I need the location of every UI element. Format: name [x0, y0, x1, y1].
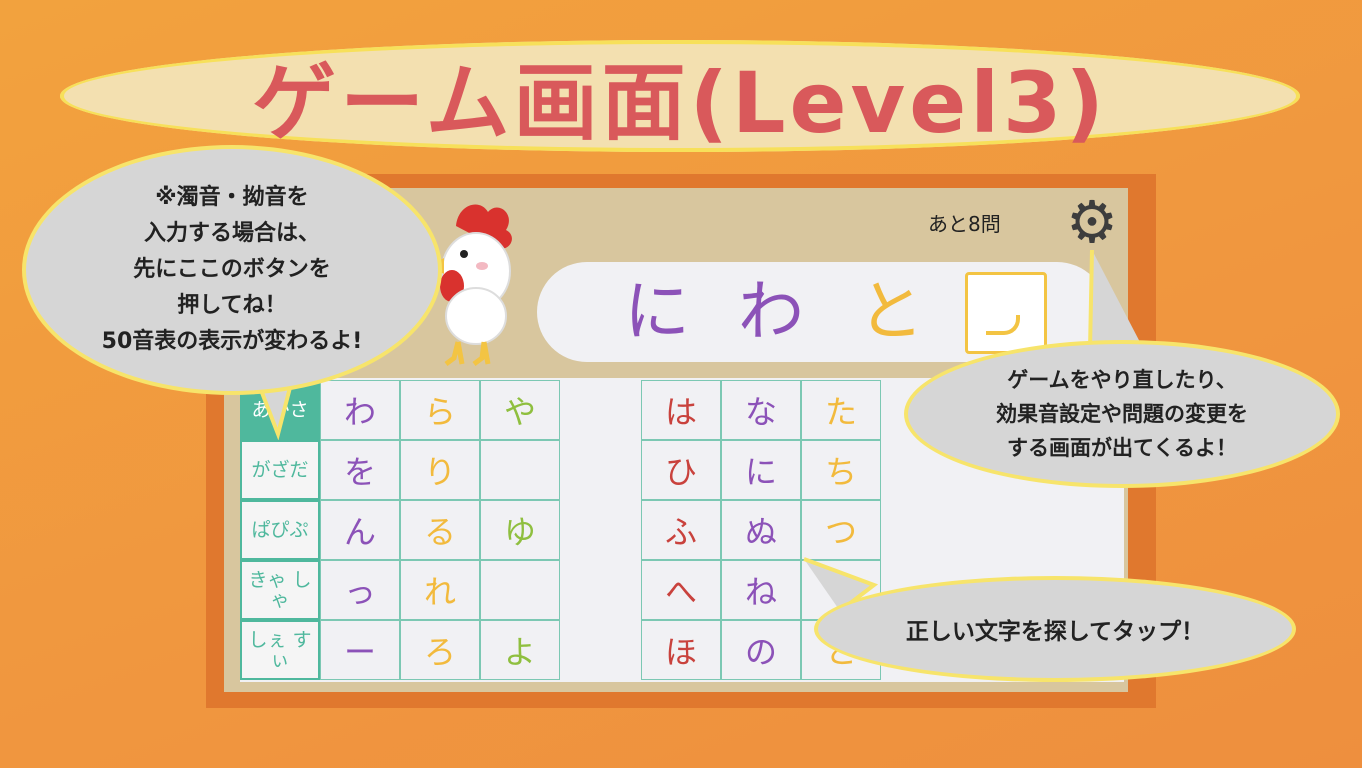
kana-key[interactable]: に: [721, 440, 801, 500]
kana-key[interactable]: っ: [320, 560, 400, 620]
kana-key[interactable]: れ: [400, 560, 480, 620]
mode-button-dakuten[interactable]: がざだ: [240, 440, 320, 500]
kana-key[interactable]: ね: [721, 560, 801, 620]
callout-line: 先にここのボタンを: [133, 257, 331, 282]
mode-button-youon[interactable]: きゃ しゃ: [240, 560, 320, 620]
kana-key[interactable]: ち: [801, 440, 881, 500]
kana-key[interactable]: た: [801, 380, 881, 440]
callout-line: ゲームをやり直したり、: [1007, 368, 1237, 392]
kana-key-empty: [480, 440, 560, 500]
kana-key[interactable]: な: [721, 380, 801, 440]
answer-char-3: と: [858, 273, 924, 350]
callout-mode-hint: ※濁音・拗音を 入力する場合は、 先にここのボタンを 押してね！ 50音表の表示…: [22, 145, 442, 395]
callout-line: ※濁音・拗音を: [155, 185, 309, 210]
mode-button-small[interactable]: しぇ すぃ: [240, 620, 320, 680]
kana-key[interactable]: り: [400, 440, 480, 500]
kana-key[interactable]: ひ: [641, 440, 721, 500]
kana-key[interactable]: つ: [801, 500, 881, 560]
kana-key[interactable]: ら: [400, 380, 480, 440]
kana-key[interactable]: わ: [320, 380, 400, 440]
kana-key[interactable]: よ: [480, 620, 560, 680]
input-cursor: [986, 315, 1020, 335]
mode-button-handakuten[interactable]: ぱぴぷ: [240, 500, 320, 560]
callout-settings-hint: ゲームをやり直したり、 効果音設定や問題の変更を する画面が出てくるよ！: [904, 340, 1340, 488]
kana-key[interactable]: ろ: [400, 620, 480, 680]
answer-input-slot: [965, 272, 1047, 354]
kana-key[interactable]: ほ: [641, 620, 721, 680]
callout-line: する画面が出てくるよ！: [1007, 436, 1237, 460]
kana-key[interactable]: ゆ: [480, 500, 560, 560]
answer-char-1: に: [624, 273, 690, 350]
kana-key[interactable]: る: [400, 500, 480, 560]
callout-line: 効果音設定や問題の変更を: [996, 402, 1248, 426]
kana-key[interactable]: ん: [320, 500, 400, 560]
gear-icon[interactable]: ⚙: [1062, 192, 1122, 252]
callout-line: 50音表の表示が変わるよ!: [101, 329, 363, 354]
kana-key[interactable]: ー: [320, 620, 400, 680]
kana-key[interactable]: の: [721, 620, 801, 680]
callout-tap-hint: 正しい文字を探してタップ！: [814, 576, 1296, 682]
page-title: ゲーム画面(Level3): [252, 53, 1108, 152]
kana-key[interactable]: ふ: [641, 500, 721, 560]
kana-key[interactable]: を: [320, 440, 400, 500]
remaining-questions: あと8問: [928, 212, 1001, 236]
kana-key[interactable]: や: [480, 380, 560, 440]
kana-key-empty: [480, 560, 560, 620]
kana-key[interactable]: ぬ: [721, 500, 801, 560]
kana-key[interactable]: へ: [641, 560, 721, 620]
callout-line: 入力する場合は、: [143, 221, 320, 246]
answer-char-2: わ: [738, 273, 804, 350]
kana-key[interactable]: は: [641, 380, 721, 440]
callout-line: 押してね！: [177, 293, 287, 318]
